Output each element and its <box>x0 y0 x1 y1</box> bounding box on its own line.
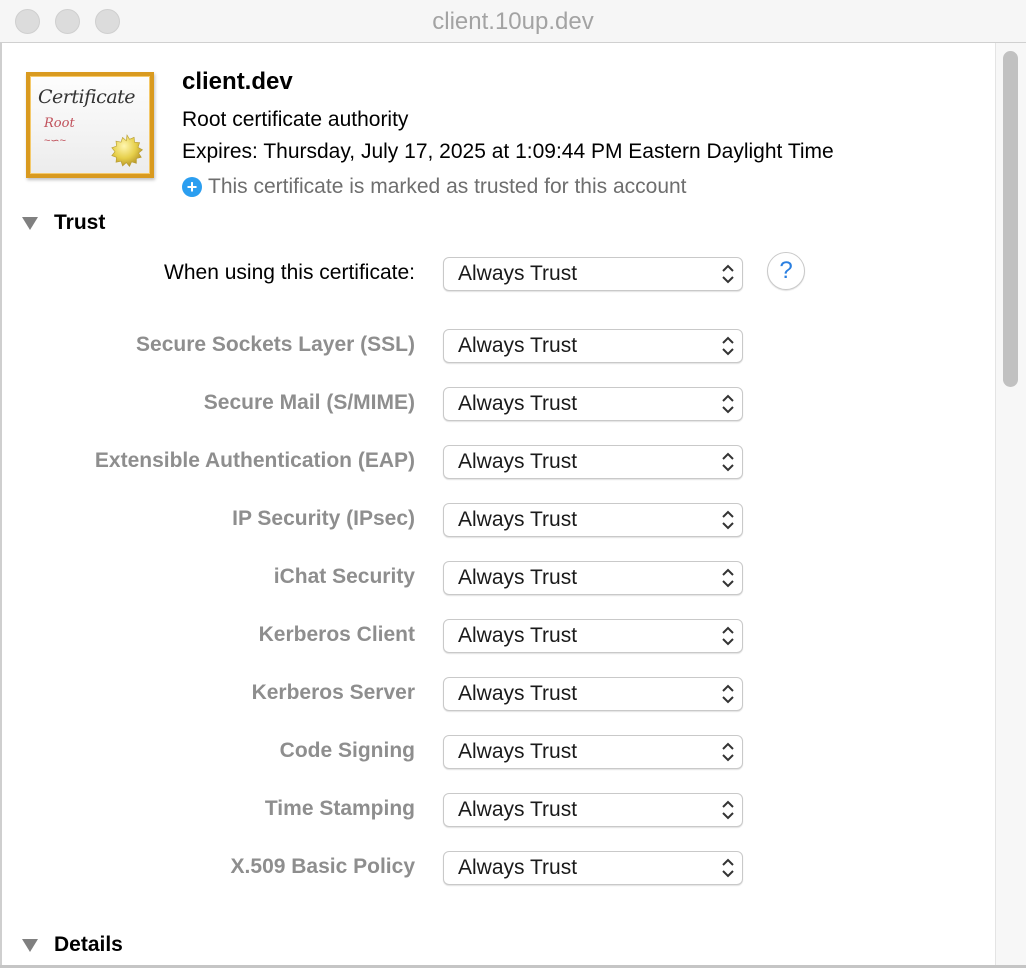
scrollbar-thumb[interactable] <box>1003 51 1018 387</box>
up-down-chevron-icon <box>722 264 734 284</box>
policy-label: IP Security (IPsec) <box>232 507 415 530</box>
policy-label: Extensible Authentication (EAP) <box>94 449 415 472</box>
seal-icon <box>111 134 144 168</box>
policy-select[interactable]: Always Trust <box>443 561 743 595</box>
disclosure-triangle-icon <box>22 216 38 230</box>
select-value: Always Trust <box>458 450 578 473</box>
up-down-chevron-icon <box>722 452 734 472</box>
select-value: Always Trust <box>458 566 578 589</box>
policy-select[interactable]: Always Trust <box>443 619 743 653</box>
up-down-chevron-icon <box>722 510 734 530</box>
policy-label: iChat Security <box>273 565 415 588</box>
up-down-chevron-icon <box>722 626 734 646</box>
select-value: Always Trust <box>458 392 578 415</box>
certificate-name: client.dev <box>182 68 293 95</box>
trust-status-text: This certificate is marked as trusted fo… <box>208 175 687 198</box>
disclosure-triangle-icon <box>22 938 38 952</box>
up-down-chevron-icon <box>722 394 734 414</box>
plus-circle-icon: + <box>182 177 202 197</box>
policy-label: Time Stamping <box>264 797 415 820</box>
certificate-icon-flourish: ~∽~ <box>44 135 67 147</box>
up-down-chevron-icon <box>722 336 734 356</box>
policy-label: X.509 Basic Policy <box>230 855 415 878</box>
up-down-chevron-icon <box>722 858 734 878</box>
policy-select[interactable]: Always Trust <box>443 851 743 885</box>
policy-select[interactable]: Always Trust <box>443 329 743 363</box>
window-title: client.10up.dev <box>432 8 594 35</box>
vertical-scrollbar[interactable] <box>995 43 1026 968</box>
policy-label: Secure Mail (S/MIME) <box>203 391 415 414</box>
policy-select[interactable]: Always Trust <box>443 735 743 769</box>
select-value: Always Trust <box>458 740 578 763</box>
up-down-chevron-icon <box>722 568 734 588</box>
select-value: Always Trust <box>458 856 578 879</box>
policy-label: Kerberos Client <box>258 623 415 646</box>
policy-label: Secure Sockets Layer (SSL) <box>136 333 415 356</box>
when-using-select[interactable]: Always Trust <box>443 257 743 291</box>
up-down-chevron-icon <box>722 742 734 762</box>
policy-select[interactable]: Always Trust <box>443 793 743 827</box>
title-bar: client.10up.dev <box>0 0 1026 43</box>
certificate-kind: Root certificate authority <box>182 108 409 131</box>
trust-section-toggle[interactable]: Trust <box>22 211 105 235</box>
up-down-chevron-icon <box>722 800 734 820</box>
certificate-expiry: Expires: Thursday, July 17, 2025 at 1:09… <box>182 140 834 163</box>
when-using-label: When using this certificate: <box>164 261 415 284</box>
certificate-icon-root: Root <box>44 116 75 131</box>
trust-section-title: Trust <box>54 211 106 234</box>
policy-select[interactable]: Always Trust <box>443 503 743 537</box>
up-down-chevron-icon <box>722 684 734 704</box>
select-value: Always Trust <box>458 682 578 705</box>
details-section-title: Details <box>54 933 123 956</box>
certificate-icon: Certificate Root ~∽~ <box>26 72 154 178</box>
details-section-toggle[interactable]: Details <box>22 933 123 957</box>
policy-select[interactable]: Always Trust <box>443 445 743 479</box>
trust-status: + This certificate is marked as trusted … <box>182 175 687 199</box>
select-value: Always Trust <box>458 624 578 647</box>
select-value: Always Trust <box>458 334 578 357</box>
policy-label: Code Signing <box>279 739 415 762</box>
policy-select[interactable]: Always Trust <box>443 387 743 421</box>
select-value: Always Trust <box>458 262 578 285</box>
policy-label: Kerberos Server <box>251 681 415 704</box>
certificate-icon-word: Certificate <box>38 86 136 108</box>
policy-select[interactable]: Always Trust <box>443 677 743 711</box>
select-value: Always Trust <box>458 798 578 821</box>
help-button[interactable]: ? <box>767 252 805 290</box>
select-value: Always Trust <box>458 508 578 531</box>
